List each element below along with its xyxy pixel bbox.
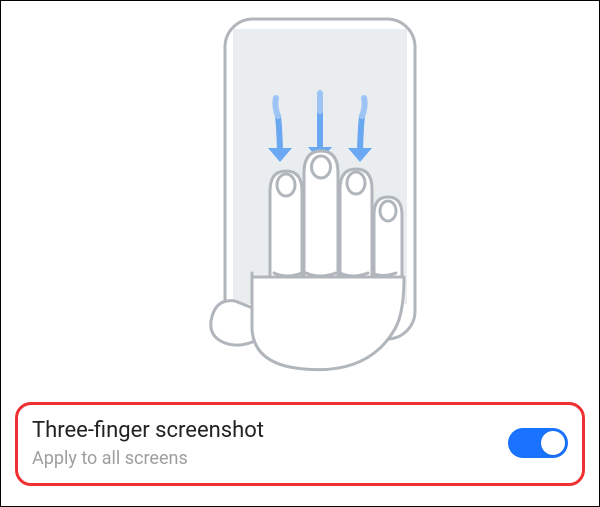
screenshot-frame: Three-finger screenshot Apply to all scr… bbox=[0, 0, 600, 507]
setting-subtitle: Apply to all screens bbox=[32, 448, 264, 469]
setting-title: Three-finger screenshot bbox=[32, 417, 264, 445]
phone-hand-swipe-icon bbox=[120, 1, 480, 381]
gesture-illustration bbox=[1, 1, 599, 381]
toggle-knob bbox=[541, 431, 565, 455]
setting-toggle[interactable] bbox=[508, 428, 568, 458]
setting-text-block: Three-finger screenshot Apply to all scr… bbox=[32, 417, 264, 470]
three-finger-screenshot-row[interactable]: Three-finger screenshot Apply to all scr… bbox=[15, 402, 585, 487]
